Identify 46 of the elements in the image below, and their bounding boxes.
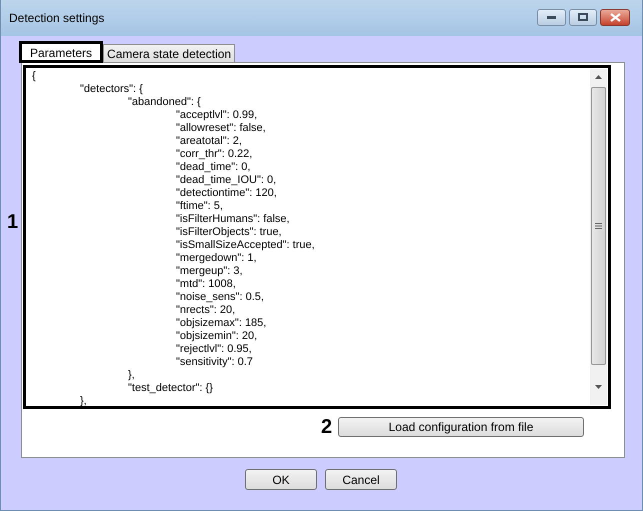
- dialog-button[interactable]: Cancel: [325, 469, 397, 490]
- callout-number: 1: [7, 212, 18, 232]
- grip-icon: [595, 223, 602, 229]
- code-line: "corr_thr": 0.22,: [176, 148, 252, 161]
- close-icon: [610, 12, 620, 22]
- code-line: "areatotal": 2,: [176, 135, 242, 148]
- maximize-icon: [578, 13, 588, 21]
- code-line: "objsizemin": 20,: [176, 330, 258, 343]
- minimize-icon: [547, 16, 556, 18]
- load-configuration-button[interactable]: Load configuration from file: [338, 417, 584, 437]
- code-line: "sensitivity": 0.7: [176, 356, 253, 369]
- code-line: "rejectlvl": 0.95,: [176, 343, 252, 356]
- code-line: "test_detector": {}: [128, 382, 213, 395]
- code-line: "dead_time": 0,: [176, 161, 250, 174]
- scroll-up-icon[interactable]: [595, 75, 602, 79]
- scroll-down-icon[interactable]: [595, 385, 602, 389]
- tab[interactable]: Camera state detection: [103, 44, 236, 63]
- minimize-button[interactable]: [537, 8, 566, 26]
- code-line: "mergedown": 1,: [176, 252, 257, 265]
- code-line: "isFilterHumans": false,: [176, 213, 290, 226]
- close-button[interactable]: [600, 8, 630, 26]
- code-line: },: [80, 395, 87, 406]
- code-line: "allowreset": false,: [176, 122, 266, 135]
- scrollbar[interactable]: [590, 69, 607, 405]
- code-line: "ftime": 5,: [176, 200, 223, 213]
- code-line: "objsizemax": 185,: [176, 317, 266, 330]
- code-line: "dead_time_IOU": 0,: [176, 174, 276, 187]
- code-line: "detectiontime": 120,: [176, 187, 277, 200]
- code-line: "mtd": 1008,: [176, 278, 236, 291]
- code-line: "acceptlvl": 0.99,: [176, 109, 258, 122]
- dialog-button[interactable]: OK: [245, 469, 317, 490]
- code-line: "mergeup": 3,: [176, 265, 243, 278]
- code-line: "abandoned": {: [128, 96, 201, 109]
- tab[interactable]: Parameters: [19, 41, 104, 63]
- code-line: },: [128, 369, 135, 382]
- scrollbar-thumb[interactable]: [591, 87, 606, 365]
- code-line: "isFilterObjects": true,: [176, 226, 282, 239]
- maximize-button[interactable]: [569, 8, 597, 26]
- code-line: "detectors": {: [80, 83, 143, 96]
- window-title: Detection settings: [9, 10, 104, 27]
- code-line: "isSmallSizeAccepted": true,: [176, 239, 315, 252]
- code-line: "nrects": 20,: [176, 304, 236, 317]
- code-line: {: [32, 70, 36, 83]
- code-line: "noise_sens": 0.5,: [176, 291, 264, 304]
- callout-number: 2: [321, 417, 332, 437]
- code-editor[interactable]: [23, 65, 611, 409]
